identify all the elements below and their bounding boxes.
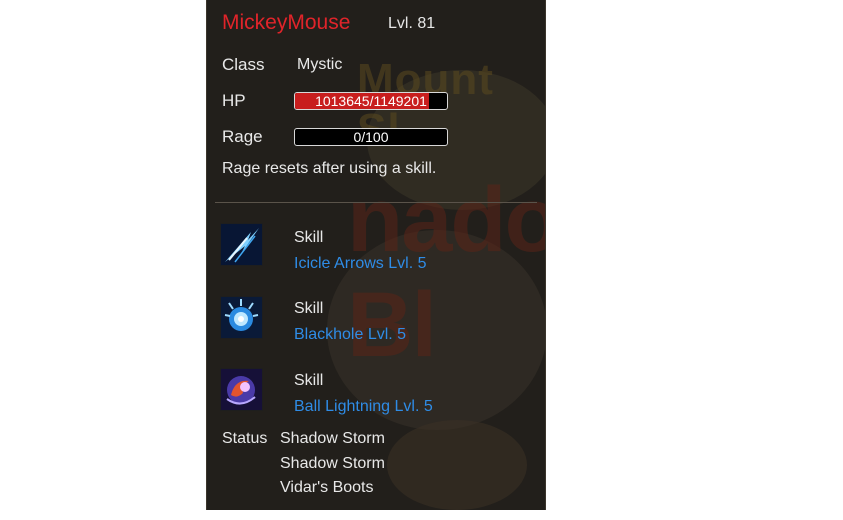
blackhole-icon[interactable] [220, 296, 263, 339]
class-label: Class [222, 55, 265, 74]
skill-type-label: Skill [294, 372, 324, 389]
ball-lightning-icon[interactable] [220, 368, 263, 411]
character-level: Lvl. 81 [388, 15, 436, 32]
rage-bar: 0/100 [294, 128, 448, 146]
hp-bar: 1013645/1149201 [294, 92, 448, 110]
class-value: Mystic [297, 56, 343, 73]
status-label: Status [222, 430, 268, 447]
status-item: Shadow Storm [280, 455, 385, 472]
character-tooltip: Mount Sl nado Bl MickeyMouse Lvl. 81 Cla… [206, 0, 546, 510]
character-name: MickeyMouse [222, 11, 351, 34]
rage-label: Rage [222, 127, 263, 146]
skill-name-icicle-arrows: Icicle Arrows Lvl. 5 [294, 255, 427, 272]
status-item: Shadow Storm [280, 430, 385, 447]
rage-bar-text: 0/100 [353, 129, 389, 145]
background-text-logo: nado Bl [347, 169, 546, 376]
rage-note: Rage resets after using a skill. [222, 160, 437, 177]
skill-name-blackhole: Blackhole Lvl. 5 [294, 326, 407, 343]
status-item: Vidar's Boots [280, 479, 374, 496]
skill-name-ball-lightning: Ball Lightning Lvl. 5 [294, 398, 433, 415]
skill-type-label: Skill [294, 229, 324, 246]
skill-type-label: Skill [294, 300, 324, 317]
icicle-arrows-icon[interactable] [220, 223, 263, 266]
divider [215, 202, 537, 203]
hp-bar-text: 1013645/1149201 [315, 93, 427, 109]
hp-label: HP [222, 91, 246, 110]
